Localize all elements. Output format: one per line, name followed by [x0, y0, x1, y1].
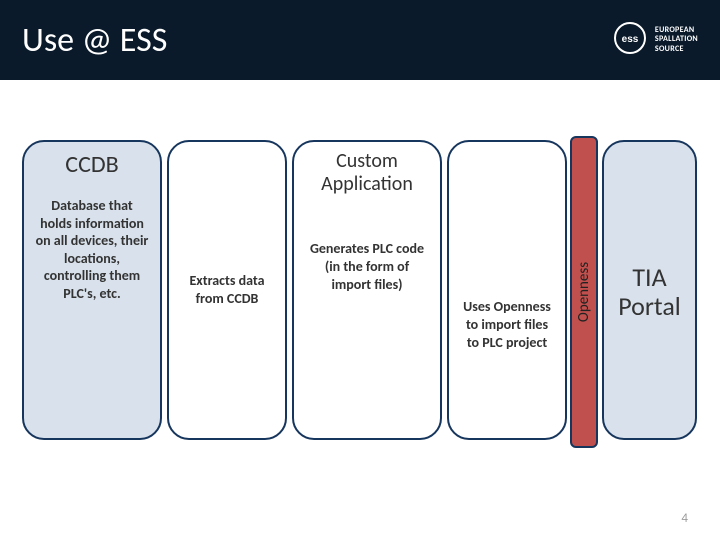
node-custom-title: Custom Application — [294, 142, 440, 200]
ess-logo-icon: ess — [613, 21, 647, 60]
node-uses-openness: Uses Openness to import files to PLC pro… — [447, 140, 567, 440]
node-openness-bar: Openness — [570, 136, 598, 448]
page-number: 4 — [681, 511, 688, 526]
org-name: EUROPEAN SPALLATION SOURCE — [655, 26, 698, 54]
node-custom-body: Generates PLC code (in the form of impor… — [294, 240, 440, 295]
node-custom-application: Custom Application Generates PLC code (i… — [292, 140, 442, 440]
svg-text:ess: ess — [622, 34, 639, 45]
node-extract-body: Extracts data from CCDB — [169, 272, 285, 308]
node-extract: Extracts data from CCDB — [167, 140, 287, 440]
node-uses-body: Uses Openness to import files to PLC pro… — [449, 298, 565, 353]
node-tia-portal: TIA Portal — [602, 140, 697, 440]
node-ccdb-body: Database that holds information on all d… — [24, 189, 160, 316]
node-ccdb: CCDB Database that holds information on … — [22, 140, 162, 440]
node-ccdb-title: CCDB — [57, 142, 126, 183]
org-brand: ess EUROPEAN SPALLATION SOURCE — [613, 21, 698, 60]
node-tia-title: TIA Portal — [610, 255, 689, 324]
diagram-area: CCDB Database that holds information on … — [22, 130, 698, 470]
openness-label: Openness — [575, 262, 593, 322]
slide-header: Use @ ESS ess EUROPEAN SPALLATION SOURCE — [0, 0, 720, 80]
page-title: Use @ ESS — [22, 20, 167, 61]
